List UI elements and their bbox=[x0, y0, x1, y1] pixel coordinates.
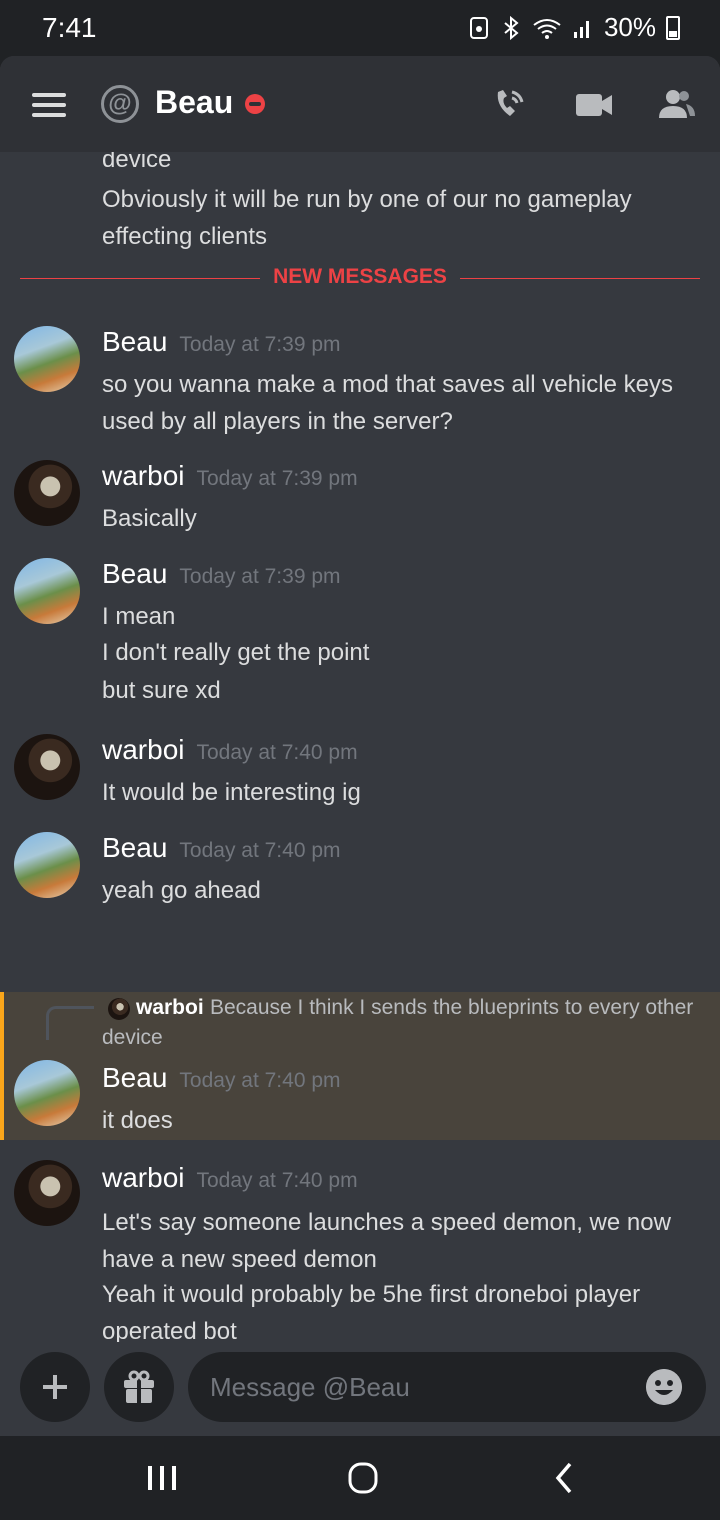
status-icons: 30% bbox=[468, 12, 680, 43]
message-author-line: Beau Today at 7:39 pm bbox=[102, 326, 341, 358]
message-text: yeah go ahead bbox=[102, 877, 261, 904]
avatar[interactable] bbox=[14, 734, 80, 800]
message-text: Yeah it would probably be 5he first dron… bbox=[102, 1281, 641, 1308]
menu-icon[interactable] bbox=[32, 93, 66, 117]
message-text: operated bot bbox=[102, 1318, 237, 1342]
wifi-icon bbox=[533, 18, 561, 39]
call-icon[interactable] bbox=[490, 86, 530, 122]
message-text: so you wanna make a mod that saves all v… bbox=[102, 371, 673, 398]
timestamp: Today at 7:39 pm bbox=[179, 333, 341, 356]
author-name[interactable]: warboi bbox=[102, 1162, 184, 1193]
author-name[interactable]: Beau bbox=[102, 1062, 167, 1093]
home-icon[interactable] bbox=[342, 1462, 382, 1494]
avatar[interactable] bbox=[14, 558, 80, 624]
message-author-line: Beau Today at 7:40 pm bbox=[102, 832, 341, 864]
message-item-reply-highlighted[interactable]: warboi Because I think I sends the bluep… bbox=[0, 992, 720, 1140]
bluetooth-icon bbox=[504, 15, 519, 40]
message-text: but sure xd bbox=[102, 677, 221, 704]
reply-author[interactable]: warboi bbox=[136, 996, 204, 1020]
gift-icon bbox=[124, 1370, 154, 1403]
channel-header: @ Beau bbox=[0, 56, 720, 152]
message-text: it does bbox=[102, 1107, 173, 1134]
message-text: I don't really get the point bbox=[102, 639, 370, 666]
app-window: @ Beau device Obviously it will be run b… bbox=[0, 56, 720, 1436]
message-text: Basically bbox=[102, 505, 197, 532]
message-author-line: warboi Today at 7:39 pm bbox=[102, 460, 358, 492]
message-author-line: warboi Today at 7:40 pm bbox=[102, 734, 358, 766]
mention-highlight-bar bbox=[0, 992, 4, 1140]
message-author-line: Beau Today at 7:39 pm bbox=[102, 558, 341, 590]
message-text: have a new speed demon bbox=[102, 1246, 377, 1273]
battery-percent: 30% bbox=[603, 12, 656, 42]
dnd-status-icon bbox=[245, 94, 265, 114]
timestamp: Today at 7:40 pm bbox=[179, 839, 341, 862]
timestamp: Today at 7:40 pm bbox=[196, 1169, 358, 1192]
message-text: effecting clients bbox=[102, 223, 267, 250]
video-icon[interactable] bbox=[574, 86, 614, 122]
message-text: device bbox=[102, 152, 172, 173]
reply-avatar bbox=[108, 998, 130, 1020]
avatar[interactable] bbox=[14, 460, 80, 526]
system-navigation-bar bbox=[0, 1436, 720, 1520]
author-name[interactable]: Beau bbox=[102, 326, 167, 357]
reply-preview-text[interactable]: Because I think I sends the blueprints t… bbox=[210, 996, 693, 1020]
author-name[interactable]: warboi bbox=[102, 734, 184, 765]
timestamp: Today at 7:40 pm bbox=[179, 1069, 341, 1092]
message-author-line: Beau Today at 7:40 pm bbox=[102, 1062, 341, 1094]
timestamp: Today at 7:39 pm bbox=[179, 565, 341, 588]
signal-icon bbox=[573, 20, 589, 38]
at-icon: @ bbox=[101, 85, 139, 123]
message-text: I mean bbox=[102, 603, 176, 630]
message-author-line: warboi Today at 7:40 pm bbox=[102, 1162, 358, 1194]
author-name[interactable]: Beau bbox=[102, 558, 167, 589]
plus-icon bbox=[43, 1375, 67, 1399]
timestamp: Today at 7:40 pm bbox=[196, 741, 358, 764]
add-attachment-button[interactable] bbox=[20, 1352, 90, 1422]
avatar[interactable] bbox=[14, 326, 80, 392]
emoji-icon[interactable] bbox=[646, 1369, 682, 1405]
message-text: Obviously it will be run by one of our n… bbox=[102, 186, 632, 213]
message-text: Let's say someone launches a speed demon… bbox=[102, 1209, 671, 1236]
security-icon bbox=[469, 16, 488, 39]
gift-button[interactable] bbox=[104, 1352, 174, 1422]
status-time: 7:41 bbox=[42, 12, 97, 43]
author-name[interactable]: warboi bbox=[102, 460, 184, 491]
new-messages-divider: NEW MESSAGES bbox=[20, 265, 700, 288]
message-input-placeholder: Message @Beau bbox=[210, 1372, 410, 1402]
author-name[interactable]: Beau bbox=[102, 832, 167, 863]
timestamp: Today at 7:39 pm bbox=[196, 467, 358, 490]
avatar[interactable] bbox=[14, 1060, 80, 1126]
battery-icon bbox=[666, 15, 680, 40]
avatar[interactable] bbox=[14, 1160, 80, 1226]
members-icon[interactable] bbox=[656, 86, 696, 122]
back-icon[interactable] bbox=[546, 1462, 586, 1494]
avatar[interactable] bbox=[14, 832, 80, 898]
recent-apps-icon[interactable] bbox=[142, 1462, 182, 1494]
message-input[interactable]: Message @Beau bbox=[188, 1352, 706, 1422]
reply-preview-text[interactable]: device bbox=[102, 1026, 163, 1050]
new-messages-label: NEW MESSAGES bbox=[273, 265, 447, 288]
channel-name: Beau bbox=[155, 84, 234, 120]
reply-connector bbox=[46, 1006, 94, 1040]
message-composer: Message @Beau bbox=[0, 1342, 720, 1436]
message-list[interactable]: device Obviously it will be run by one o… bbox=[0, 152, 720, 1342]
message-text: It would be interesting ig bbox=[102, 779, 361, 806]
message-text: used by all players in the server? bbox=[102, 408, 453, 435]
status-bar: 7:41 30% bbox=[0, 0, 720, 56]
